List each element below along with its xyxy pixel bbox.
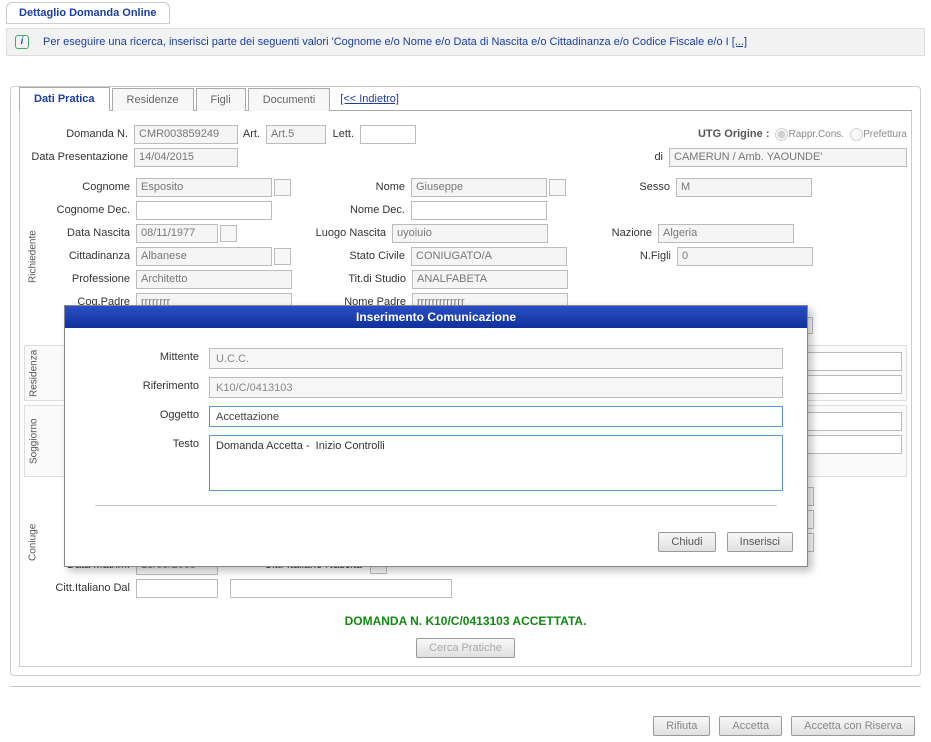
modal-inserimento-comunicazione: Inserimento Comunicazione Mittente Rifer… xyxy=(64,305,808,567)
accetta-riserva-button[interactable]: Accetta con Riserva xyxy=(791,716,915,736)
titstudio-field: ANALFABETA xyxy=(412,270,568,289)
cittadinanza-chk[interactable] xyxy=(274,248,291,265)
lbl-utg-rapprcons: Rappr.Cons. xyxy=(788,129,844,140)
rifiuta-button[interactable]: Rifiuta xyxy=(653,716,710,736)
lbl-sesso: Sesso xyxy=(566,181,676,193)
back-link[interactable]: [<< Indietro] xyxy=(332,88,407,110)
riferimento-field xyxy=(209,377,783,398)
sidelabel-soggiorno: Soggiorno xyxy=(25,406,43,476)
luogo-nascita-field: uyoiuio xyxy=(392,224,548,243)
modal-title: Inserimento Comunicazione xyxy=(65,306,807,328)
lbl-data-presentazione: Data Presentazione xyxy=(24,151,134,163)
inserisci-button[interactable]: Inserisci xyxy=(727,532,793,552)
lbl-nome-dec: Nome Dec. xyxy=(291,204,411,216)
modal-divider xyxy=(95,505,777,506)
sidelabel-coniuge: Coniuge xyxy=(24,481,42,604)
chiudi-button[interactable]: Chiudi xyxy=(658,532,715,552)
con-cittitdal-field[interactable] xyxy=(136,579,218,598)
lbl-domanda-n: Domanda N. xyxy=(24,128,134,140)
lbl-cognome: Cognome xyxy=(46,181,136,193)
lbl-utg-prefettura: Prefettura xyxy=(863,129,907,140)
testo-field[interactable] xyxy=(209,435,783,491)
lbl-riferimento: Riferimento xyxy=(89,377,209,392)
tab-dati-pratica[interactable]: Dati Pratica xyxy=(19,87,110,111)
info-bar: i Per eseguire una ricerca, inserisci pa… xyxy=(6,28,925,56)
stato-civile-field: CONIUGATO/A xyxy=(411,247,567,266)
lbl-professione: Professione xyxy=(46,273,136,285)
nome-field: Giuseppe xyxy=(411,178,547,197)
accetta-button[interactable]: Accetta xyxy=(719,716,782,736)
cognome-chk[interactable] xyxy=(274,179,291,196)
data-presentazione-field: 14/04/2015 xyxy=(134,148,238,167)
tab-residenze[interactable]: Residenze xyxy=(112,88,194,111)
lbl-con-cittitdal: Citt.Italiano Dal xyxy=(46,582,136,594)
oggetto-field[interactable] xyxy=(209,406,783,427)
nazione-field: Algeria xyxy=(658,224,794,243)
lbl-cittadinanza: Cittadinanza xyxy=(46,250,136,262)
lbl-cognome-dec: Cognome Dec. xyxy=(46,204,136,216)
lbl-di: di xyxy=(645,151,669,163)
di-field: CAMERUN / Amb. YAOUNDE' xyxy=(669,148,907,167)
info-more-link[interactable]: [...] xyxy=(732,36,747,48)
cognome-dec-field[interactable] xyxy=(136,201,272,220)
nome-dec-field[interactable] xyxy=(411,201,547,220)
nfigli-field: 0 xyxy=(677,247,813,266)
tab-bar: Dati Pratica Residenze Figli Documenti [… xyxy=(19,86,912,111)
data-nascita-field: 08/11/1977 xyxy=(136,224,218,243)
lbl-stato-civile: Stato Civile xyxy=(291,250,411,262)
lbl-nome: Nome xyxy=(291,181,411,193)
page-title-tab: Dettaglio Domanda Online xyxy=(6,2,170,24)
lbl-testo: Testo xyxy=(89,435,209,450)
lbl-oggetto: Oggetto xyxy=(89,406,209,421)
domanda-n-field: CMR003859249 xyxy=(134,125,238,144)
sidelabel-residenza: Residenza xyxy=(25,346,43,400)
lbl-luogo-nascita: Luogo Nascita xyxy=(237,227,392,239)
data-nascita-chk[interactable] xyxy=(220,225,237,242)
tab-figli[interactable]: Figli xyxy=(196,88,246,111)
con-cittitdal-field2[interactable] xyxy=(230,579,452,598)
footer-divider xyxy=(10,686,921,687)
sesso-field: M xyxy=(676,178,812,197)
status-message: DOMANDA N. K10/C/0413103 ACCETTATA. xyxy=(24,604,907,634)
lbl-data-nascita: Data Nascita xyxy=(46,227,136,239)
art-field: Art.5 xyxy=(266,125,326,144)
nome-chk[interactable] xyxy=(549,179,566,196)
lett-field[interactable] xyxy=(360,125,416,144)
info-icon: i xyxy=(15,35,29,49)
sidelabel-richiedente: Richiedente xyxy=(24,172,42,341)
cerca-pratiche-button[interactable]: Cerca Pratiche xyxy=(416,638,515,658)
lbl-titstudio: Tit.di Studio xyxy=(292,273,412,285)
cittadinanza-field: Albanese xyxy=(136,247,272,266)
utg-radio-rapprcons xyxy=(775,128,788,141)
footer-buttons: Rifiuta Accetta Accetta con Riserva xyxy=(647,716,915,736)
info-text: Per eseguire una ricerca, inserisci part… xyxy=(43,36,747,48)
lbl-utg-origine: UTG Origine : xyxy=(698,128,770,140)
tab-documenti[interactable]: Documenti xyxy=(248,88,331,111)
lbl-lett: Lett. xyxy=(326,128,360,140)
lbl-mittente: Mittente xyxy=(89,348,209,363)
lbl-nazione: Nazione xyxy=(548,227,658,239)
cognome-field: Esposito xyxy=(136,178,272,197)
mittente-field xyxy=(209,348,783,369)
utg-radio-prefettura xyxy=(850,128,863,141)
lbl-nfigli: N.Figli xyxy=(567,250,677,262)
professione-field: Architetto xyxy=(136,270,292,289)
lbl-art: Art. xyxy=(238,128,266,140)
